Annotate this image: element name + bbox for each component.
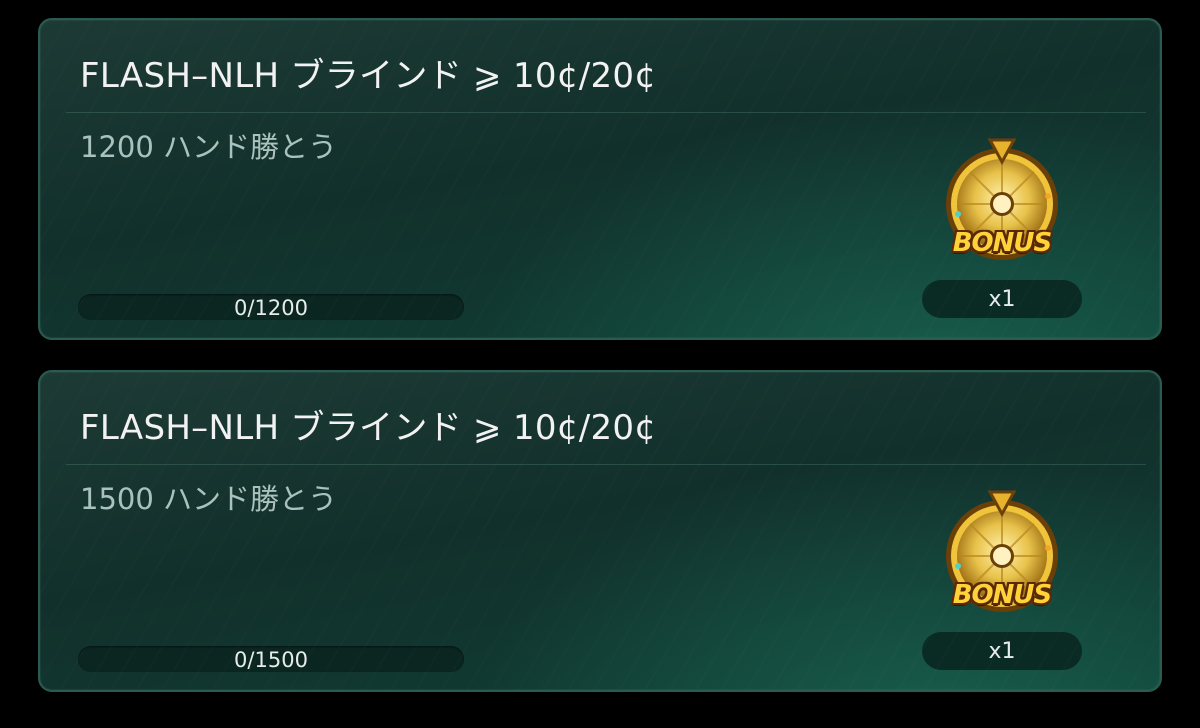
divider [66, 464, 1146, 465]
mission-card[interactable]: FLASH–NLH ブラインド ⩾ 10¢/20¢ 1200 ハンド勝とう 0/… [38, 18, 1162, 340]
progress-text: 0/1500 [234, 648, 308, 672]
mission-card[interactable]: FLASH–NLH ブラインド ⩾ 10¢/20¢ 1500 ハンド勝とう 0/… [38, 370, 1162, 692]
divider [66, 112, 1146, 113]
mission-list: FLASH–NLH ブラインド ⩾ 10¢/20¢ 1200 ハンド勝とう 0/… [0, 0, 1200, 728]
bonus-label: BONUS [952, 228, 1053, 258]
bonus-wheel-icon: BONUS [940, 488, 1064, 628]
progress-bar: 0/1500 [78, 646, 464, 672]
bonus-wheel-icon: BONUS [940, 136, 1064, 276]
mission-goal: 1500 ハンド勝とう [80, 482, 338, 516]
progress-bar: 0/1200 [78, 294, 464, 320]
reward-count: x1 [922, 632, 1082, 670]
progress-text: 0/1200 [234, 296, 308, 320]
mission-title: FLASH–NLH ブラインド ⩾ 10¢/20¢ [80, 56, 657, 96]
mission-title: FLASH–NLH ブラインド ⩾ 10¢/20¢ [80, 408, 657, 448]
mission-goal: 1200 ハンド勝とう [80, 130, 338, 164]
bonus-label: BONUS [952, 580, 1053, 610]
reward-count: x1 [922, 280, 1082, 318]
